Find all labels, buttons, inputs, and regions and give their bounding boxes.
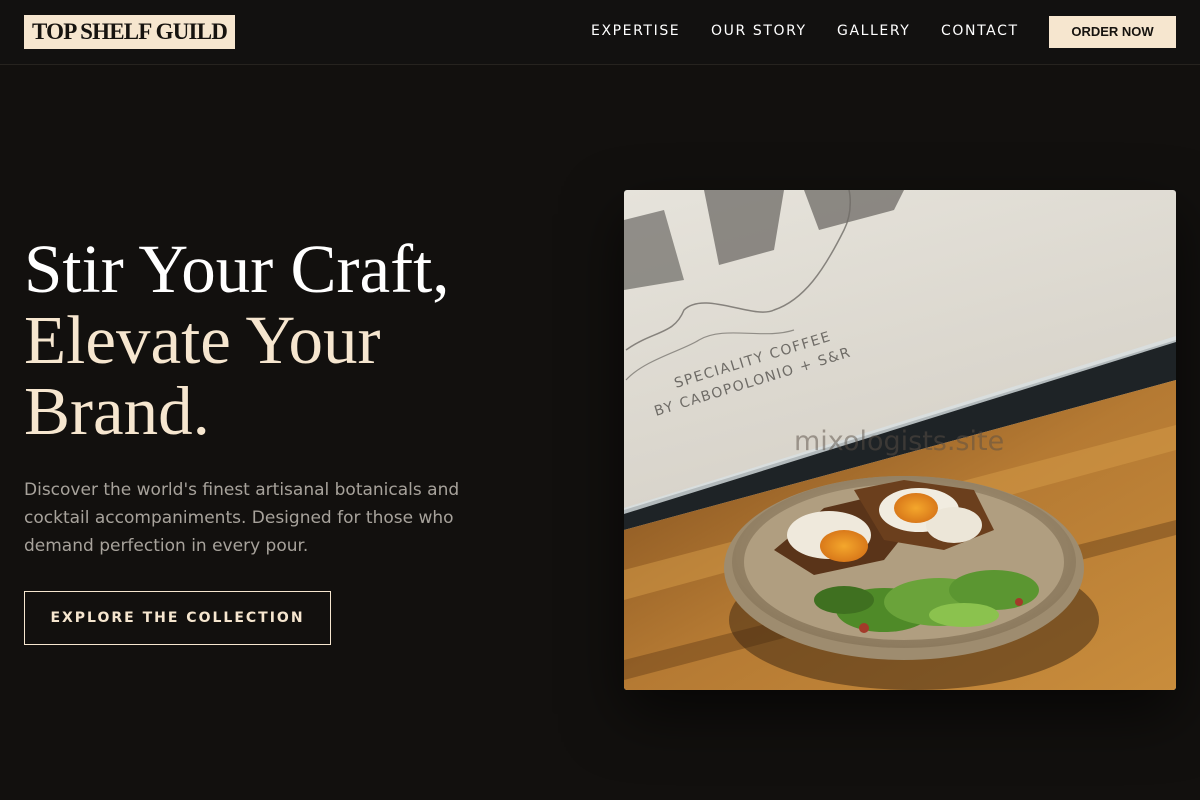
- nav-contact[interactable]: CONTACT: [941, 0, 1019, 64]
- order-now-button[interactable]: ORDER NOW: [1049, 16, 1176, 48]
- site-header: TOP SHELF GUILD EXPERTISE OUR STORY GALL…: [0, 0, 1200, 65]
- hero-headline: Stir Your Craft, Elevate Your Brand.: [24, 234, 450, 447]
- nav-expertise[interactable]: EXPERTISE: [591, 0, 680, 64]
- nav-gallery[interactable]: GALLERY: [837, 0, 910, 64]
- brand-logo[interactable]: TOP SHELF GUILD: [24, 15, 236, 49]
- headline-line-3: Brand.: [24, 373, 210, 449]
- hero-photo: SPECIALITY COFFEE BY CABOPOLONIO + S&R m…: [624, 190, 1176, 690]
- headline-line-1: Stir Your Craft,: [24, 231, 450, 307]
- headline-line-2: Elevate Your: [24, 302, 381, 378]
- watermark-text: mixologists.site: [794, 426, 1005, 457]
- explore-collection-button[interactable]: EXPLORE THE COLLECTION: [24, 591, 331, 645]
- hero-description: Discover the world's finest artisanal bo…: [24, 480, 460, 556]
- nav-our-story[interactable]: OUR STORY: [711, 0, 807, 64]
